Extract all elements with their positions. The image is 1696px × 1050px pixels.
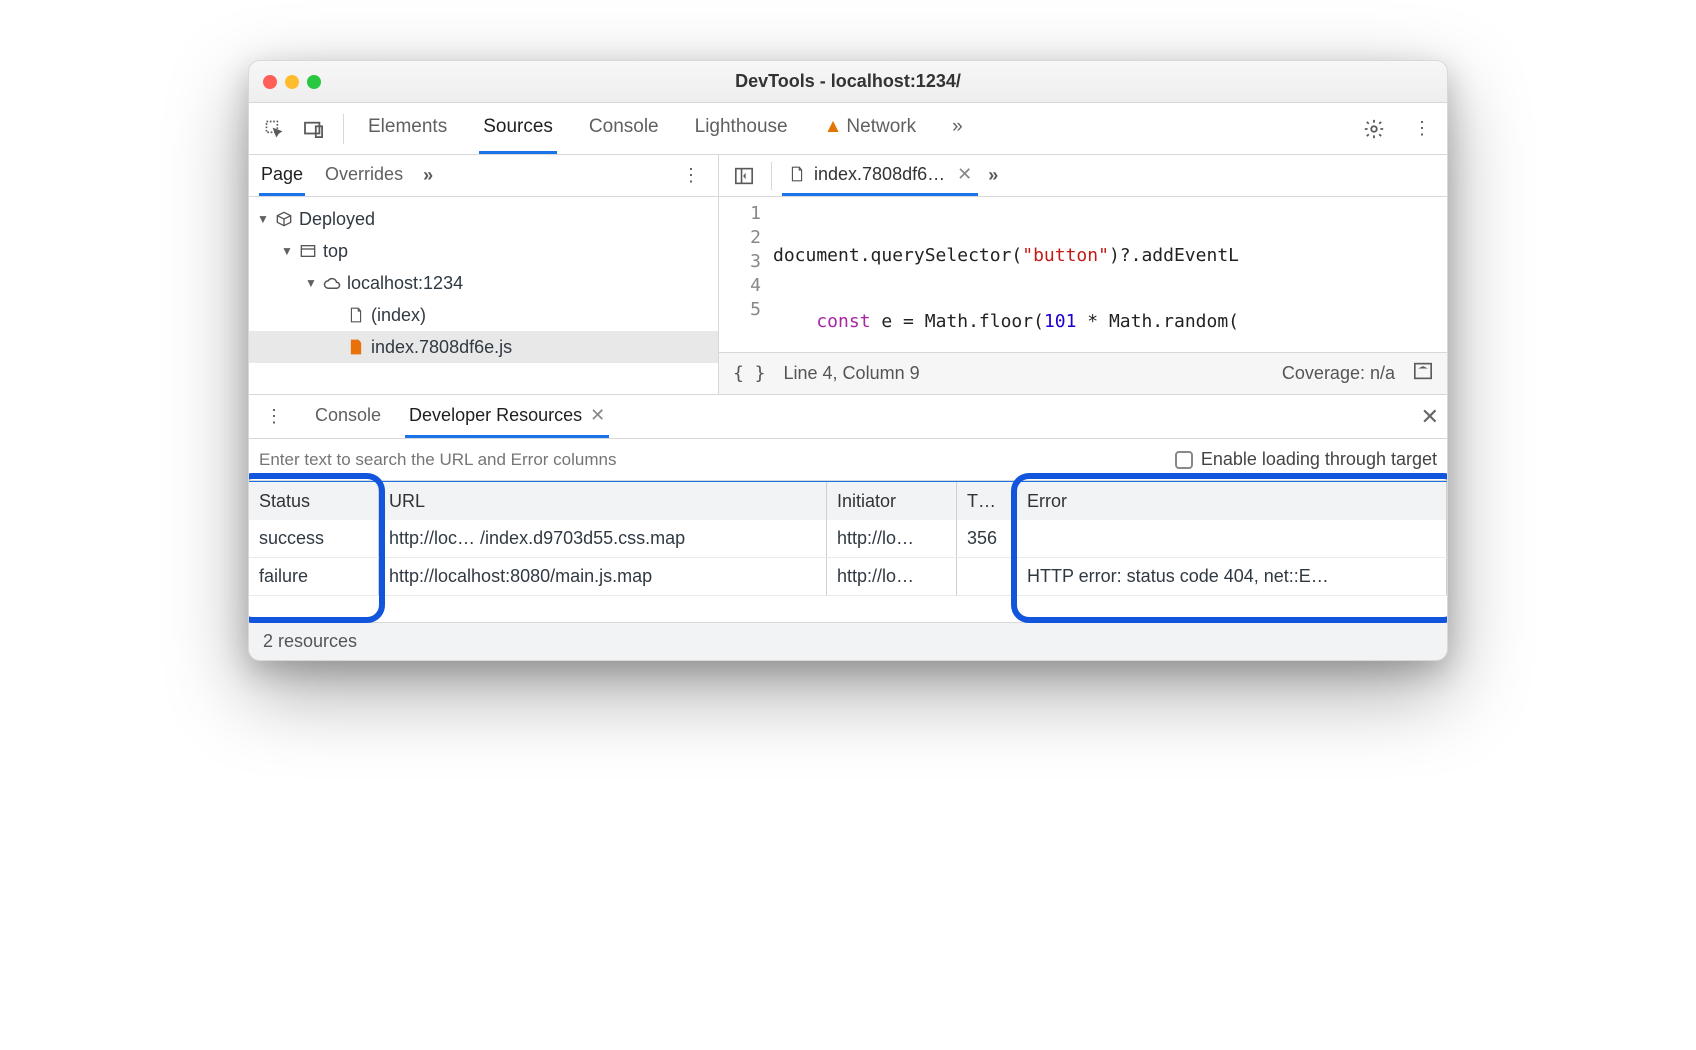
device-toolbar-icon[interactable]	[297, 112, 331, 146]
tree-label: Deployed	[299, 209, 375, 230]
tab-console[interactable]: Console	[585, 103, 663, 154]
close-drawer-icon[interactable]: ✕	[1421, 404, 1439, 430]
editor-pane: index.7808df6… ✕ » 12345 document.queryS…	[719, 155, 1447, 394]
cursor-position: Line 4, Column 9	[784, 363, 920, 384]
more-tabs-icon[interactable]: »	[948, 103, 967, 154]
file-icon	[347, 306, 365, 324]
search-input[interactable]	[259, 439, 1161, 480]
window-icon	[299, 242, 317, 260]
checkbox-icon[interactable]	[1175, 451, 1193, 469]
cell-total	[957, 558, 1017, 595]
tree-row-top[interactable]: ▼ top	[249, 235, 718, 267]
checkbox-label: Enable loading through target	[1201, 449, 1437, 470]
code-editor[interactable]: 12345 document.querySelector("button")?.…	[719, 197, 1447, 352]
cell-error	[1017, 520, 1447, 557]
cell-status: failure	[249, 558, 379, 595]
tab-lighthouse[interactable]: Lighthouse	[691, 103, 792, 154]
pretty-print-icon[interactable]: { }	[733, 363, 766, 384]
kebab-menu-icon[interactable]: ⋮	[674, 159, 708, 193]
tree-row-deployed[interactable]: ▼ Deployed	[249, 203, 718, 235]
kebab-menu-icon[interactable]: ⋮	[257, 400, 291, 434]
tab-page[interactable]: Page	[259, 155, 305, 196]
inspect-element-icon[interactable]	[257, 112, 291, 146]
table-row[interactable]: failure http://localhost:8080/main.js.ma…	[249, 558, 1447, 596]
file-tab-label: index.7808df6…	[814, 164, 945, 185]
warning-icon: ▲	[824, 116, 843, 138]
window-title: DevTools - localhost:1234/	[249, 71, 1447, 92]
cell-url: http://localhost:8080/main.js.map	[379, 558, 827, 595]
col-status[interactable]: Status	[249, 482, 379, 520]
tree-label: index.7808df6e.js	[371, 337, 512, 358]
cell-initiator: http://lo…	[827, 520, 957, 557]
editor-toolbar: index.7808df6… ✕ »	[719, 155, 1447, 197]
more-tabs-icon[interactable]: »	[423, 165, 433, 186]
expand-toggle-icon[interactable]: ▼	[281, 244, 293, 258]
source-map-icon[interactable]	[1413, 362, 1433, 385]
main-panel-tabs: Elements Sources Console Lighthouse ▲Net…	[364, 103, 967, 154]
divider	[771, 162, 772, 190]
sources-navigator: Page Overrides » ⋮ ▼ Deployed ▼ top ▼	[249, 155, 719, 394]
window-titlebar: DevTools - localhost:1234/	[249, 61, 1447, 103]
divider	[343, 114, 344, 144]
more-tabs-icon[interactable]: »	[988, 165, 998, 186]
col-total[interactable]: T…	[957, 482, 1017, 520]
cloud-icon	[323, 274, 341, 292]
table-header: Status URL Initiator T… Error	[249, 482, 1447, 520]
tree-label: (index)	[371, 305, 426, 326]
file-icon	[347, 338, 365, 356]
close-tab-icon[interactable]: ✕	[590, 405, 605, 426]
tab-network[interactable]: ▲Network	[820, 103, 921, 154]
close-tab-icon[interactable]: ✕	[957, 164, 972, 185]
col-error[interactable]: Error	[1017, 482, 1447, 520]
cell-url: http://loc… /index.d9703d55.css.map	[379, 520, 827, 557]
col-initiator[interactable]: Initiator	[827, 482, 957, 520]
toggle-navigator-icon[interactable]	[727, 159, 761, 193]
cell-status: success	[249, 520, 379, 557]
devresources-table: Status URL Initiator T… Error success ht…	[249, 481, 1447, 622]
cube-icon	[275, 210, 293, 228]
expand-toggle-icon[interactable]: ▼	[257, 212, 269, 226]
editor-statusbar: { } Line 4, Column 9 Coverage: n/a	[719, 352, 1447, 394]
drawer-tabs: ⋮ Console Developer Resources ✕ ✕	[249, 395, 1447, 439]
navigator-tabs: Page Overrides » ⋮	[249, 155, 718, 197]
cell-error: HTTP error: status code 404, net::E…	[1017, 558, 1447, 595]
enable-loading-checkbox[interactable]: Enable loading through target	[1175, 449, 1437, 470]
editor-file-tab[interactable]: index.7808df6… ✕	[782, 155, 978, 196]
drawer-tab-console[interactable]: Console	[311, 395, 385, 438]
tree-row-host[interactable]: ▼ localhost:1234	[249, 267, 718, 299]
table-row[interactable]: success http://loc… /index.d9703d55.css.…	[249, 520, 1447, 558]
drawer-tab-devresources[interactable]: Developer Resources ✕	[405, 395, 609, 438]
tab-overrides[interactable]: Overrides	[323, 155, 405, 196]
main-toolbar: Elements Sources Console Lighthouse ▲Net…	[249, 103, 1447, 155]
code-content[interactable]: document.querySelector("button")?.addEve…	[773, 197, 1239, 352]
settings-gear-icon[interactable]	[1357, 112, 1391, 146]
expand-toggle-icon[interactable]: ▼	[305, 276, 317, 290]
line-gutter: 12345	[719, 197, 773, 352]
kebab-menu-icon[interactable]: ⋮	[1405, 112, 1439, 146]
tab-elements[interactable]: Elements	[364, 103, 451, 154]
tree-row-jsfile[interactable]: index.7808df6e.js	[249, 331, 718, 363]
tree-label: localhost:1234	[347, 273, 463, 294]
file-tree: ▼ Deployed ▼ top ▼ localhost:1234 (index…	[249, 197, 718, 369]
cell-initiator: http://lo…	[827, 558, 957, 595]
devresources-filterbar: Enable loading through target	[249, 439, 1447, 481]
coverage-label: Coverage: n/a	[1282, 363, 1395, 384]
devresources-footer: 2 resources	[249, 622, 1447, 660]
col-url[interactable]: URL	[379, 482, 827, 520]
tree-row-index[interactable]: (index)	[249, 299, 718, 331]
cell-total: 356	[957, 520, 1017, 557]
file-icon	[788, 165, 806, 183]
tree-label: top	[323, 241, 348, 262]
resource-count: 2 resources	[263, 631, 357, 652]
tab-sources[interactable]: Sources	[479, 103, 557, 154]
